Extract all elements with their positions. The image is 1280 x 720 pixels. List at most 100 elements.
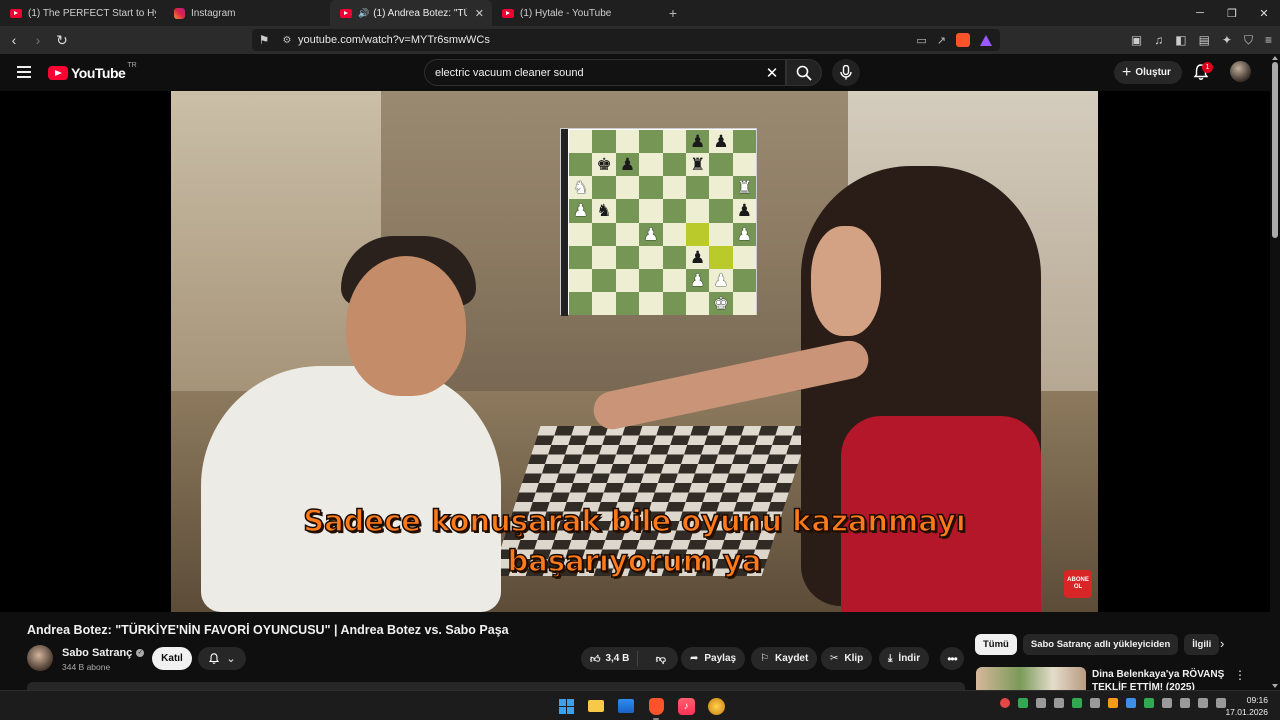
scrollbar-thumb[interactable] — [1272, 62, 1278, 238]
plus-icon: + — [1122, 63, 1132, 81]
chess-diagram-overlay: ♟ ♟ ♚ ♟ ♜ ♞ ♜ ♟ ♞ ♟ ♟ ♟ ♟ ♟ ♟ ♚ — [560, 128, 757, 316]
voice-search-button[interactable] — [832, 59, 860, 86]
tray-app-icon[interactable] — [1108, 698, 1118, 708]
chess-square — [639, 130, 663, 154]
like-button[interactable]: 👍︎ 3,4 B — [581, 651, 638, 666]
system-clock[interactable]: 09:16 17.01.2026 — [1225, 694, 1268, 718]
chess-square — [662, 130, 686, 154]
save-button[interactable]: ⚐ Kaydet — [751, 647, 818, 670]
chip-related[interactable]: İlgili — [1184, 634, 1220, 655]
related-video-thumbnail[interactable] — [976, 667, 1086, 690]
reload-icon[interactable]: ↻ — [52, 32, 72, 49]
clip-button[interactable]: ✂ Klip — [821, 647, 873, 670]
vpn-icon[interactable]: ⛉ — [1244, 33, 1253, 48]
tray-app-icon[interactable] — [1090, 698, 1100, 708]
forward-icon[interactable]: › — [28, 32, 48, 48]
chess-square — [569, 130, 593, 154]
more-vertical-icon[interactable]: ⋮ — [1234, 668, 1246, 682]
join-button[interactable]: Katıl — [152, 647, 192, 670]
scroll-up-icon[interactable] — [1272, 56, 1278, 60]
dislike-button[interactable]: 👎︎ — [644, 653, 678, 665]
chess-square — [639, 153, 663, 177]
video-player[interactable]: ♟ ♟ ♚ ♟ ♜ ♞ ♜ ♟ ♞ ♟ ♟ ♟ ♟ ♟ ♟ ♚ Sadece konuşarak bile o… — [0, 91, 1270, 612]
chip-from-uploader[interactable]: Sabo Satranç adlı yükleyiciden — [1022, 634, 1179, 655]
music-icon[interactable]: ♫ — [1154, 33, 1163, 47]
network-icon[interactable] — [1180, 698, 1190, 708]
brave-shield-icon[interactable] — [956, 33, 970, 47]
tray-app-icon[interactable] — [1054, 698, 1064, 708]
chess-square — [592, 245, 616, 269]
video-title: Andrea Botez: "TÜRKİYE'NİN FAVORİ OYUNCU… — [27, 623, 509, 637]
search-input[interactable]: electric vacuum cleaner sound ✕ — [424, 59, 786, 86]
new-tab-button[interactable]: + — [658, 0, 688, 26]
more-actions-button[interactable]: ••• — [940, 647, 964, 670]
chess-square: ♟ — [639, 222, 663, 246]
channel-name-link[interactable]: Sabo Satranç ✓ — [62, 647, 145, 659]
url-text[interactable]: youtube.com/watch?v=MYTr6smwWCs — [298, 34, 916, 46]
related-video-title[interactable]: Dina Belenkaya'ya RÖVANŞ TEKLİF ETTİM! (… — [1092, 668, 1230, 690]
brave-rewards-icon[interactable] — [980, 34, 992, 46]
tray-app-icon[interactable] — [1018, 698, 1028, 708]
chess-square — [592, 291, 616, 315]
volume-icon[interactable] — [1198, 698, 1208, 708]
chess-square: ♟ — [709, 268, 733, 292]
chess-square — [615, 222, 640, 246]
close-window-icon[interactable]: ✕ — [1248, 0, 1280, 26]
tray-app-icon[interactable] — [1144, 698, 1154, 708]
sidebar-icon[interactable]: ◧ — [1175, 33, 1186, 47]
bookmark-icon[interactable]: ⚑ — [252, 33, 276, 47]
browser-tab[interactable]: (1) The PERFECT Start to Hytale - You — [0, 0, 164, 26]
brave-browser-button[interactable] — [645, 695, 667, 720]
address-bar[interactable]: ⚑ ⚙ youtube.com/watch?v=MYTr6smwWCs ▭ ↗ — [252, 29, 1000, 51]
speaker-icon[interactable]: 🔊 — [358, 8, 369, 19]
menu-icon[interactable]: ≡ — [1265, 33, 1272, 47]
search-button[interactable] — [786, 59, 822, 86]
file-explorer-button[interactable] — [585, 695, 607, 717]
channel-avatar[interactable] — [27, 645, 53, 671]
start-button[interactable] — [555, 695, 577, 717]
music-app-button[interactable]: ♪ — [675, 695, 697, 717]
tray-app-icon[interactable] — [1126, 698, 1136, 708]
page-scrollbar[interactable] — [1270, 54, 1280, 690]
chess-square — [732, 291, 756, 315]
back-icon[interactable]: ‹ — [4, 32, 24, 48]
youtube-icon — [10, 8, 22, 18]
leo-icon[interactable]: ✦ — [1222, 33, 1232, 47]
chip-all[interactable]: Tümü — [975, 634, 1017, 655]
video-frame[interactable]: ♟ ♟ ♚ ♟ ♜ ♞ ♜ ♟ ♞ ♟ ♟ ♟ ♟ ♟ ♟ ♚ Sadece konuşarak bile o… — [171, 91, 1098, 612]
game-app-button[interactable] — [705, 695, 727, 717]
account-avatar[interactable] — [1230, 61, 1251, 82]
wallet-icon[interactable]: ▤ — [1199, 33, 1210, 47]
browser-tab[interactable]: (1) Hytale - YouTube — [492, 0, 658, 26]
youtube-logo[interactable]: YouTube TR — [48, 62, 137, 81]
media-icon[interactable]: ▣ — [1131, 33, 1142, 47]
download-button[interactable]: ⤓ İndir — [879, 647, 930, 670]
microphone-icon[interactable] — [1162, 698, 1172, 708]
restore-icon[interactable]: ❐ — [1216, 0, 1248, 26]
clear-search-icon[interactable]: ✕ — [759, 64, 785, 82]
chevron-right-icon[interactable]: › — [1220, 636, 1224, 651]
tray-app-icon[interactable] — [1000, 698, 1010, 708]
subscribe-watermark[interactable]: ABONE OL — [1064, 570, 1092, 598]
share-button[interactable]: ➦ Paylaş — [681, 647, 746, 670]
site-info-icon[interactable]: ⚙ — [276, 35, 298, 46]
search-query[interactable]: electric vacuum cleaner sound — [435, 67, 759, 79]
chess-square — [639, 176, 663, 200]
create-button[interactable]: + Oluştur — [1114, 61, 1182, 84]
subscription-notifications-button[interactable]: ⌄ — [198, 647, 246, 670]
channel-name[interactable]: Sabo Satranç — [62, 647, 132, 659]
browser-tab-active[interactable]: 🔊 (1) Andrea Botez: "TÜRKİYE'N ✕ — [330, 0, 492, 26]
tray-app-icon[interactable] — [1072, 698, 1082, 708]
close-tab-icon[interactable]: ✕ — [475, 7, 484, 20]
store-button[interactable] — [615, 695, 637, 717]
share-icon[interactable]: ↗ — [937, 34, 946, 47]
description-box[interactable] — [27, 682, 965, 690]
scroll-down-icon[interactable] — [1272, 684, 1278, 688]
chess-square — [592, 130, 616, 154]
minimize-icon[interactable]: ─ — [1184, 0, 1216, 26]
cast-icon[interactable]: ▭ — [916, 34, 926, 47]
search-icon — [796, 65, 812, 81]
tray-app-icon[interactable] — [1036, 698, 1046, 708]
guide-menu-icon[interactable] — [17, 66, 31, 78]
browser-tab[interactable]: Instagram — [164, 0, 330, 26]
